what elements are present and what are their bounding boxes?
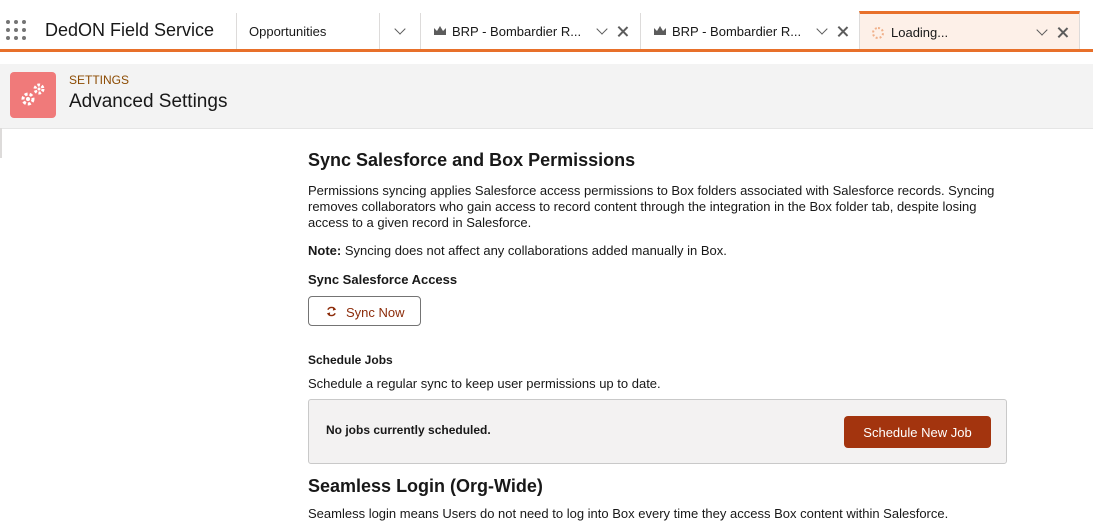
settings-gears-icon — [10, 72, 56, 118]
opportunity-crown-icon — [654, 26, 666, 35]
app-name: DedON Field Service — [45, 20, 215, 40]
chevron-down-icon[interactable] — [816, 23, 828, 35]
sync-now-button[interactable]: Sync Now — [308, 296, 421, 326]
global-nav: DedON Field Service Opportunities BRP - … — [0, 0, 1093, 52]
tab-loading-label: Loading... — [891, 25, 949, 40]
chevron-down-icon[interactable] — [1036, 24, 1048, 36]
tab-record-1[interactable]: BRP - Bombardier R... — [420, 13, 640, 49]
tab-opportunities-label: Opportunities — [249, 24, 327, 39]
close-icon[interactable] — [837, 26, 848, 37]
note-text: Syncing does not affect any collaboratio… — [341, 243, 727, 258]
schedule-description: Schedule a regular sync to keep user per… — [308, 376, 661, 391]
header-eyebrow: SETTINGS — [69, 73, 130, 87]
loading-spinner-icon — [872, 27, 884, 39]
sync-note: Note: Syncing does not affect any collab… — [308, 243, 727, 259]
note-label: Note: — [308, 243, 342, 258]
app-launcher-icon[interactable] — [6, 20, 28, 42]
sync-now-label: Sync Now — [346, 305, 405, 320]
page-title: Advanced Settings — [69, 91, 228, 112]
tab-opportunities[interactable]: Opportunities — [236, 13, 380, 49]
tab-record-2[interactable]: BRP - Bombardier R... — [640, 13, 860, 49]
tab-loading[interactable]: Loading... — [859, 11, 1080, 52]
schedule-new-job-button[interactable]: Schedule New Job — [844, 416, 991, 448]
sync-access-heading: Sync Salesforce Access — [308, 272, 458, 287]
no-jobs-message: No jobs currently scheduled. — [326, 423, 491, 437]
sync-description: Permissions syncing applies Salesforce a… — [308, 183, 995, 230]
refresh-icon — [326, 306, 337, 317]
seamless-section-title: Seamless Login (Org-Wide) — [308, 476, 543, 496]
schedule-new-job-label: Schedule New Job — [863, 425, 972, 440]
scheduled-jobs-panel: No jobs currently scheduled. Schedule Ne… — [308, 399, 1007, 464]
seamless-description: Seamless login means Users do not need t… — [308, 506, 949, 521]
page-header: SETTINGS Advanced Settings — [0, 64, 1093, 129]
schedule-heading: Schedule Jobs — [308, 353, 393, 367]
divider — [0, 128, 2, 158]
chevron-down-icon — [394, 23, 406, 35]
sync-section-title: Sync Salesforce and Box Permissions — [308, 150, 636, 170]
close-icon[interactable] — [617, 26, 628, 37]
opportunities-menu-button[interactable] — [379, 13, 420, 49]
chevron-down-icon[interactable] — [596, 23, 608, 35]
opportunity-crown-icon — [434, 26, 446, 35]
close-icon[interactable] — [1057, 27, 1068, 38]
tab-record-1-label: BRP - Bombardier R... — [452, 24, 582, 39]
tab-record-2-label: BRP - Bombardier R... — [672, 24, 802, 39]
